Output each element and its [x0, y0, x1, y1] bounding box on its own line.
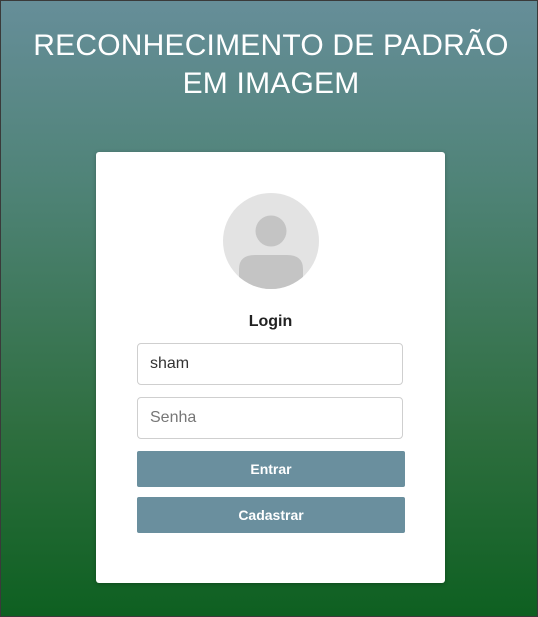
user-silhouette-icon: [239, 215, 303, 289]
page-title-line-1: RECONHECIMENTO DE PADRÃO: [33, 29, 509, 62]
login-card: Login Entrar Cadastrar: [96, 152, 445, 583]
register-button[interactable]: Cadastrar: [137, 497, 405, 533]
username-input[interactable]: [137, 343, 403, 385]
login-heading: Login: [248, 313, 293, 330]
page-title: RECONHECIMENTO DE PADRÃO EM IMAGEM: [1, 27, 537, 103]
user-avatar-icon: [223, 193, 319, 289]
page-title-line-2: EM IMAGEM: [182, 67, 360, 100]
password-input[interactable]: [137, 397, 403, 439]
enter-button[interactable]: Entrar: [137, 451, 405, 487]
login-page: RECONHECIMENTO DE PADRÃO EM IMAGEM Login …: [0, 0, 538, 617]
